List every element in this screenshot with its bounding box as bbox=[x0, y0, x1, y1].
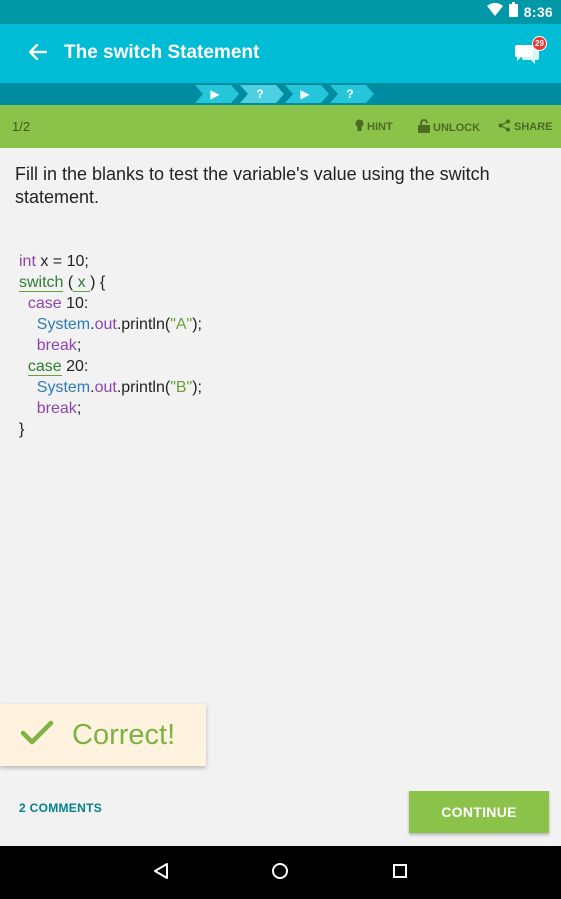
code-text: ; bbox=[76, 400, 82, 417]
circle-home-icon bbox=[271, 862, 289, 885]
code-keyword: case bbox=[27, 295, 62, 312]
share-button[interactable]: SHARE bbox=[498, 119, 553, 135]
code-text: ( bbox=[63, 274, 74, 291]
question-counter: 1/2 bbox=[12, 119, 31, 134]
code-line: System.out.println("B"); bbox=[19, 377, 202, 398]
code-string: "A" bbox=[170, 316, 193, 333]
status-bar: 8:36 bbox=[0, 0, 561, 24]
code-line: case 10: bbox=[19, 293, 202, 314]
battery-icon bbox=[508, 2, 518, 22]
code-text: ) { bbox=[90, 274, 106, 291]
page-title: The switch Statement bbox=[64, 42, 260, 63]
question-text: Fill in the blanks to test the variable'… bbox=[15, 164, 490, 207]
code-class: System bbox=[36, 316, 91, 333]
hint-button[interactable]: HINT bbox=[355, 119, 393, 135]
code-text: .println( bbox=[116, 316, 171, 333]
code-field: out bbox=[94, 379, 117, 396]
code-text: ; bbox=[76, 337, 82, 354]
code-blank-switch[interactable]: switch bbox=[19, 274, 64, 292]
system-navigation-bar bbox=[0, 846, 561, 899]
code-block: int x = 10; switch ( x ) { case 10: Syst… bbox=[19, 251, 202, 440]
status-time: 8:36 bbox=[523, 4, 553, 20]
hint-label: HINT bbox=[367, 121, 393, 133]
code-string: "B" bbox=[170, 379, 193, 396]
code-text: .println( bbox=[116, 379, 171, 396]
square-recents-icon bbox=[392, 863, 408, 884]
share-label: SHARE bbox=[514, 121, 553, 133]
code-class: System bbox=[36, 379, 91, 396]
progress-step-2[interactable]: ? bbox=[238, 85, 282, 103]
arrow-left-icon bbox=[28, 43, 48, 65]
code-text: x = 10; bbox=[35, 253, 89, 270]
code-line: case 20: bbox=[19, 356, 202, 377]
code-line: switch ( x ) { bbox=[19, 272, 202, 293]
code-keyword: int bbox=[19, 253, 36, 270]
nav-back-button[interactable] bbox=[148, 860, 174, 886]
code-blank-variable[interactable]: x bbox=[73, 274, 91, 292]
progress-step-1[interactable]: ▶ bbox=[193, 85, 237, 103]
code-text: ); bbox=[192, 316, 202, 333]
code-blank-case[interactable]: case bbox=[27, 358, 62, 376]
code-line: } bbox=[19, 419, 202, 440]
notification-badge: 29 bbox=[532, 36, 547, 51]
comments-link[interactable]: 2 COMMENTS bbox=[19, 801, 102, 815]
nav-recents-button[interactable] bbox=[387, 860, 413, 886]
triangle-back-icon bbox=[152, 862, 170, 885]
code-text: } bbox=[19, 421, 25, 438]
code-line: System.out.println("A"); bbox=[19, 314, 202, 335]
code-line: break; bbox=[19, 398, 202, 419]
code-keyword: break bbox=[36, 337, 77, 354]
progress-step-3[interactable]: ▶ bbox=[283, 85, 327, 103]
code-keyword: break bbox=[36, 400, 77, 417]
code-text: 10: bbox=[61, 295, 89, 312]
code-text: 20: bbox=[61, 358, 89, 375]
code-field: out bbox=[94, 316, 117, 333]
app-bar: The switch Statement 29 bbox=[0, 24, 561, 83]
code-line: break; bbox=[19, 335, 202, 356]
lightbulb-icon bbox=[355, 119, 364, 135]
checkmark-icon bbox=[20, 720, 54, 751]
unlock-button[interactable]: UNLOCK bbox=[418, 119, 480, 136]
progress-step-4[interactable]: ? bbox=[328, 85, 372, 103]
lesson-progress-strip: ▶ ? ▶ ? bbox=[0, 83, 561, 105]
share-icon bbox=[498, 119, 511, 135]
wifi-icon bbox=[486, 2, 503, 22]
code-line: int x = 10; bbox=[19, 251, 202, 272]
discussion-button[interactable]: 29 bbox=[511, 36, 547, 72]
correct-feedback-card: Correct! bbox=[0, 704, 206, 766]
continue-button[interactable]: CONTINUE bbox=[409, 791, 549, 833]
status-icons: 8:36 bbox=[486, 2, 553, 22]
unlock-label: UNLOCK bbox=[433, 121, 481, 134]
lesson-toolbar: 1/2 HINT UNLOCK SHARE bbox=[0, 105, 561, 148]
correct-label: Correct! bbox=[72, 718, 176, 751]
nav-home-button[interactable] bbox=[267, 860, 293, 886]
code-text: ); bbox=[192, 379, 202, 396]
back-button[interactable] bbox=[22, 38, 54, 70]
lock-icon bbox=[418, 119, 430, 136]
